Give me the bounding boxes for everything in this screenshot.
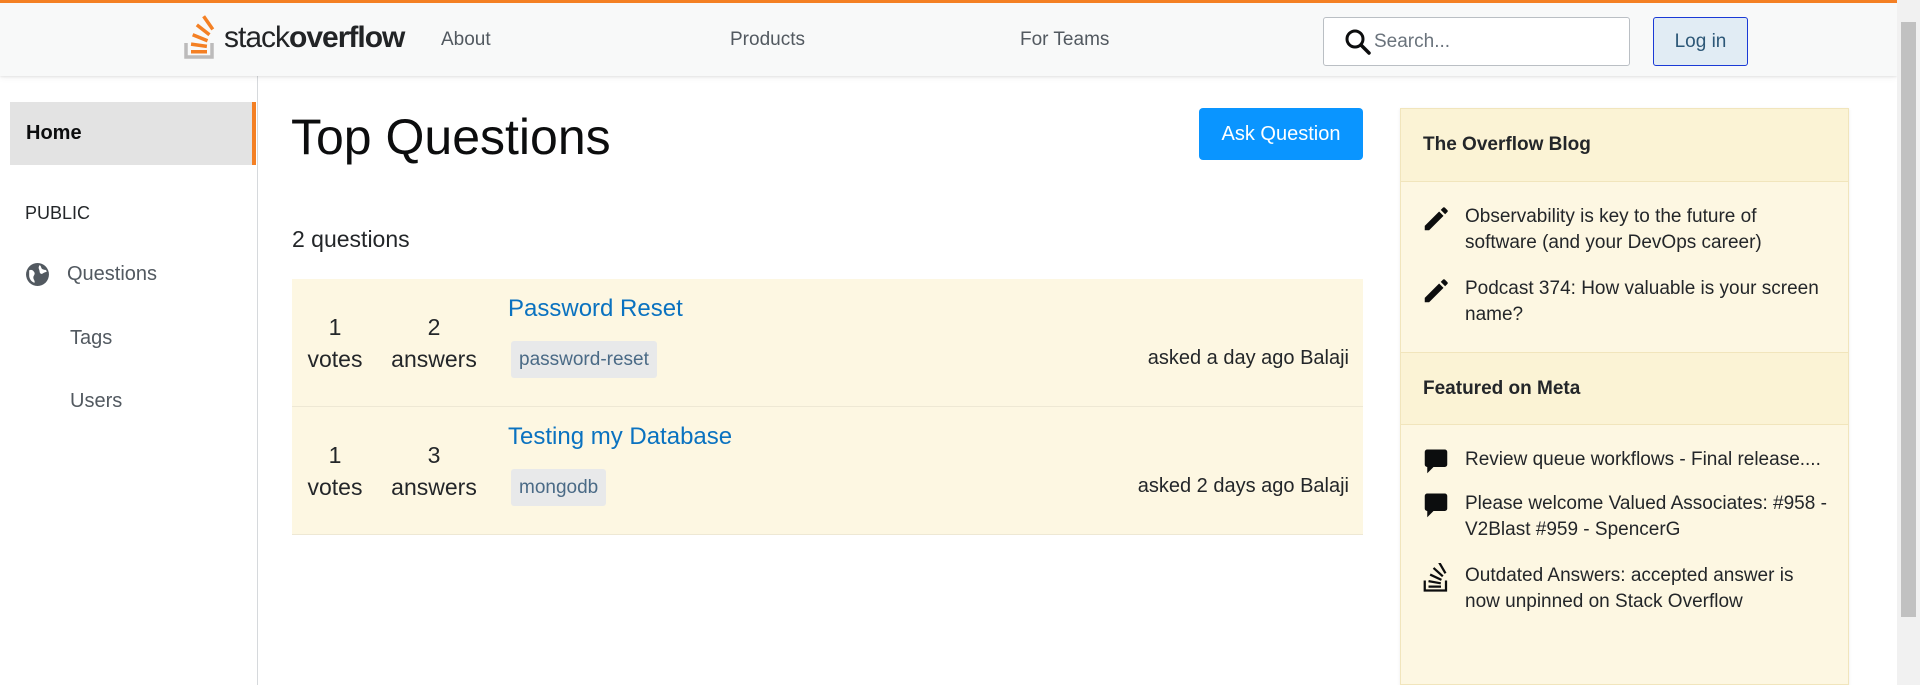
sidebar-item-home[interactable]: Home <box>10 102 256 165</box>
pencil-icon <box>1424 207 1448 231</box>
vote-count: 1 votes <box>292 311 378 375</box>
sidebar-item-users[interactable]: Users <box>70 390 122 413</box>
question-list: 1 votes 2 answers Password Reset passwor… <box>292 279 1363 535</box>
blog-widget-title: The Overflow Blog <box>1401 109 1848 182</box>
top-bar: stackoverflow About Products For Teams L… <box>0 0 1897 76</box>
search-box[interactable] <box>1323 17 1630 66</box>
sidebar-widget: The Overflow Blog Observability is key t… <box>1400 108 1849 685</box>
meta-item[interactable]: Review queue workflows - Final release..… <box>1421 447 1828 477</box>
question-count: 2 questions <box>292 226 410 252</box>
search-input[interactable] <box>1374 30 1624 53</box>
nav-about[interactable]: About <box>441 29 491 51</box>
question-meta: asked a day ago Balaji <box>1147 347 1349 369</box>
stack-overflow-logo[interactable]: stackoverflow <box>182 15 405 61</box>
left-sidebar: Home PUBLIC Questions Tags Users <box>0 76 258 685</box>
speech-bubble-icon <box>1424 493 1448 518</box>
blog-item-text: Observability is key to the future of so… <box>1465 206 1762 253</box>
speech-bubble-icon <box>1424 449 1448 474</box>
blog-item[interactable]: Podcast 374: How valuable is your screen… <box>1421 276 1828 328</box>
answer-number: 3 <box>427 442 441 468</box>
vote-label: votes <box>307 474 363 500</box>
meta-widget-body: Review queue workflows - Final release..… <box>1401 425 1848 639</box>
answer-label: answers <box>391 346 477 372</box>
nav-products[interactable]: Products <box>730 29 805 51</box>
sidebar-item-label: Questions <box>67 263 158 285</box>
stack-overflow-icon <box>1423 563 1448 592</box>
answer-number: 2 <box>427 314 441 340</box>
page-scrollbar[interactable] <box>1897 0 1920 685</box>
vote-label: votes <box>307 346 363 372</box>
stack-overflow-logo-icon <box>184 15 215 59</box>
answer-count: 3 answers <box>382 439 486 503</box>
search-icon <box>1345 29 1371 55</box>
scrollbar-thumb[interactable] <box>1901 22 1916 617</box>
logo-wordmark: stackoverflow <box>224 21 405 55</box>
question-title-link[interactable]: Testing my Database <box>508 423 732 451</box>
question-tag[interactable]: mongodb <box>511 469 607 506</box>
meta-widget-title: Featured on Meta <box>1401 352 1848 425</box>
answer-count: 2 answers <box>382 311 486 375</box>
login-button[interactable]: Log in <box>1653 17 1748 66</box>
blog-item[interactable]: Observability is key to the future of so… <box>1421 204 1828 256</box>
ask-question-button[interactable]: Ask Question <box>1199 108 1363 160</box>
meta-item[interactable]: Please welcome Valued Associates: #958 -… <box>1421 491 1828 543</box>
vote-number: 1 <box>328 314 342 340</box>
meta-item-text: Please welcome Valued Associates: #958 -… <box>1465 493 1827 540</box>
blog-widget-body: Observability is key to the future of so… <box>1401 182 1848 352</box>
blog-item-text: Podcast 374: How valuable is your screen… <box>1465 278 1819 325</box>
question-row: 1 votes 2 answers Password Reset passwor… <box>292 279 1363 407</box>
sidebar-item-questions[interactable]: Questions <box>25 262 157 287</box>
meta-item-text: Review queue workflows - Final release..… <box>1465 449 1821 470</box>
globe-icon <box>26 263 49 286</box>
page-title: Top Questions <box>291 109 611 165</box>
question-row: 1 votes 3 answers Testing my Database mo… <box>292 407 1363 535</box>
answer-label: answers <box>391 474 477 500</box>
vote-count: 1 votes <box>292 439 378 503</box>
logo-text-bold: overflow <box>289 21 405 54</box>
logo-text-light: stack <box>224 21 290 54</box>
question-title-link[interactable]: Password Reset <box>508 295 683 323</box>
nav-for-teams[interactable]: For Teams <box>1020 29 1109 51</box>
vote-number: 1 <box>328 442 342 468</box>
pencil-icon <box>1424 279 1448 303</box>
sidebar-section-public: PUBLIC <box>25 203 91 223</box>
question-meta: asked 2 days ago Balaji <box>1137 475 1349 497</box>
meta-item-text: Outdated Answers: accepted answer is now… <box>1465 565 1794 612</box>
meta-item[interactable]: Outdated Answers: accepted answer is now… <box>1421 563 1828 615</box>
question-tag[interactable]: password-reset <box>511 341 657 378</box>
sidebar-item-tags[interactable]: Tags <box>70 327 112 350</box>
